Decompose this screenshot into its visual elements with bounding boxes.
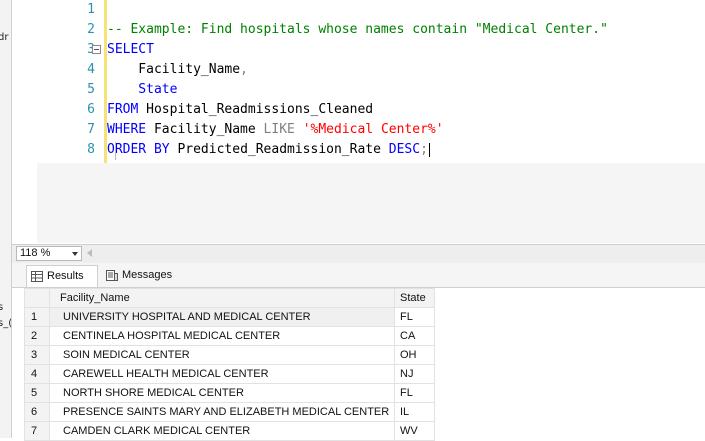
table-row[interactable]: 1 UNIVERSITY HOSPITAL AND MEDICAL CENTER F… bbox=[24, 307, 435, 327]
object-explorer-edge: dr s s_( bbox=[0, 0, 12, 438]
object-explorer-fragment: dr bbox=[0, 32, 9, 43]
state-cell[interactable]: NJ bbox=[394, 364, 435, 384]
code-token: Facility_Name bbox=[107, 62, 241, 77]
code-line[interactable]: 1 bbox=[12, 0, 705, 20]
code-line[interactable]: 6 FROM Hospital_Readmissions_Cleaned bbox=[12, 100, 705, 120]
query-editor[interactable]: 1 2 -- Example: Find hospitals whose names… bbox=[12, 0, 705, 243]
state-cell[interactable]: CA bbox=[394, 326, 435, 346]
code-text: FROM Hospital_Readmissions_Cleaned bbox=[107, 100, 373, 120]
code-token: WHERE bbox=[107, 122, 147, 137]
line-number: 6 bbox=[87, 102, 95, 117]
facility-name-cell[interactable]: CENTINELA HOSPITAL MEDICAL CENTER bbox=[49, 326, 395, 346]
row-number-cell[interactable]: 4 bbox=[24, 364, 50, 384]
code-token: FROM bbox=[107, 102, 139, 117]
results-grid[interactable]: Facility_Name State 1 UNIVERSITY HOSPITAL… bbox=[12, 288, 705, 441]
row-number-cell[interactable]: 2 bbox=[24, 326, 50, 346]
code-text: WHERE Facility_Name LIKE '%Medical Cente… bbox=[107, 120, 444, 140]
state-cell[interactable]: FL bbox=[394, 383, 435, 403]
scroll-left-icon[interactable] bbox=[87, 249, 92, 257]
zoom-dropdown[interactable]: 118 % bbox=[16, 246, 82, 261]
code-line[interactable]: 2 -- Example: Find hospitals whose names … bbox=[12, 20, 705, 40]
row-number-cell[interactable]: 6 bbox=[24, 402, 50, 422]
code-token: -- Example: Find hospitals whose names c… bbox=[107, 22, 608, 37]
table-header-row: Facility_Name State bbox=[24, 288, 435, 308]
tab-results[interactable]: Results bbox=[26, 265, 98, 287]
facility-name-cell[interactable]: SOIN MEDICAL CENTER bbox=[49, 345, 395, 365]
collapse-icon[interactable] bbox=[92, 45, 101, 54]
code-line[interactable]: 4 Facility_Name, bbox=[12, 60, 705, 80]
code-token: State bbox=[107, 82, 178, 97]
facility-name-cell[interactable]: NORTH SHORE MEDICAL CENTER bbox=[49, 383, 395, 403]
results-table: Facility_Name State 1 UNIVERSITY HOSPITAL… bbox=[24, 288, 435, 441]
messages-icon bbox=[106, 270, 118, 281]
table-row[interactable]: 6 PRESENCE SAINTS MARY AND ELIZABETH MEDI… bbox=[24, 402, 435, 422]
code-token: , bbox=[240, 62, 248, 77]
code-token: SELECT bbox=[107, 42, 154, 57]
state-cell[interactable]: OH bbox=[394, 345, 435, 365]
line-number: 7 bbox=[87, 122, 95, 137]
row-number-cell[interactable]: 5 bbox=[24, 383, 50, 403]
tab-results-label: Results bbox=[47, 270, 84, 282]
code-token: LIKE bbox=[263, 122, 295, 137]
line-number: 4 bbox=[87, 62, 95, 77]
tab-messages-label: Messages bbox=[122, 269, 173, 281]
facility-name-cell[interactable]: UNIVERSITY HOSPITAL AND MEDICAL CENTER bbox=[49, 307, 395, 327]
state-cell[interactable]: FL bbox=[394, 307, 435, 327]
line-number: 5 bbox=[87, 82, 95, 97]
code-text: Facility_Name, bbox=[107, 60, 248, 80]
code-token: DESC bbox=[388, 142, 421, 157]
code-line[interactable]: 3 SELECT bbox=[12, 40, 705, 60]
column-header-facility-name[interactable]: Facility_Name bbox=[49, 288, 395, 308]
line-number: 3 bbox=[55, 40, 95, 60]
code-text: ORDER BY Predicted_Readmission_Rate DESC… bbox=[107, 140, 430, 160]
facility-name-cell[interactable]: CAREWELL HEALTH MEDICAL CENTER bbox=[49, 364, 395, 384]
editor-empty-area[interactable] bbox=[37, 163, 705, 243]
code-text: SELECT bbox=[107, 40, 154, 60]
code-token: Hospital_Readmissions_Cleaned bbox=[138, 102, 374, 117]
code-text: State bbox=[107, 80, 177, 100]
code-token: ORDER BY bbox=[107, 142, 170, 157]
table-row[interactable]: 2 CENTINELA HOSPITAL MEDICAL CENTER CA bbox=[24, 326, 435, 346]
object-explorer-fragment: s_( bbox=[0, 318, 12, 329]
table-row[interactable]: 4 CAREWELL HEALTH MEDICAL CENTER NJ bbox=[24, 364, 435, 384]
grid-icon bbox=[31, 271, 43, 282]
code-line[interactable]: 7 WHERE Facility_Name LIKE '%Medical Cent… bbox=[12, 120, 705, 140]
code-token: Facility_Name bbox=[146, 122, 264, 137]
table-row[interactable]: 5 NORTH SHORE MEDICAL CENTER FL bbox=[24, 383, 435, 403]
facility-name-cell[interactable]: PRESENCE SAINTS MARY AND ELIZABETH MEDIC… bbox=[49, 402, 395, 422]
text-caret bbox=[428, 142, 430, 157]
code-token: ; bbox=[420, 142, 428, 157]
state-cell[interactable]: IL bbox=[394, 402, 435, 422]
editor-status-bar: 118 % bbox=[12, 244, 705, 264]
chevron-down-icon bbox=[72, 252, 78, 256]
line-number: 8 bbox=[87, 142, 95, 157]
code-token: '%Medical Center%' bbox=[302, 122, 444, 137]
object-explorer-fragment: s bbox=[0, 302, 3, 313]
code-text: -- Example: Find hospitals whose names c… bbox=[107, 20, 608, 40]
table-row[interactable]: 3 SOIN MEDICAL CENTER OH bbox=[24, 345, 435, 365]
column-header-state[interactable]: State bbox=[394, 288, 435, 308]
outline-bracket bbox=[115, 142, 116, 160]
zoom-value: 118 % bbox=[20, 247, 51, 259]
line-number: 1 bbox=[87, 2, 95, 17]
code-token: Predicted_Readmission_Rate bbox=[169, 142, 389, 157]
tab-messages[interactable]: Messages bbox=[102, 265, 182, 287]
line-number: 2 bbox=[87, 22, 95, 37]
row-number-cell[interactable]: 3 bbox=[24, 345, 50, 365]
code-line[interactable]: 5 State bbox=[12, 80, 705, 100]
results-tab-strip: Results Messages bbox=[12, 263, 705, 288]
row-number-cell[interactable]: 1 bbox=[24, 307, 50, 327]
row-number-header[interactable] bbox=[24, 288, 50, 308]
